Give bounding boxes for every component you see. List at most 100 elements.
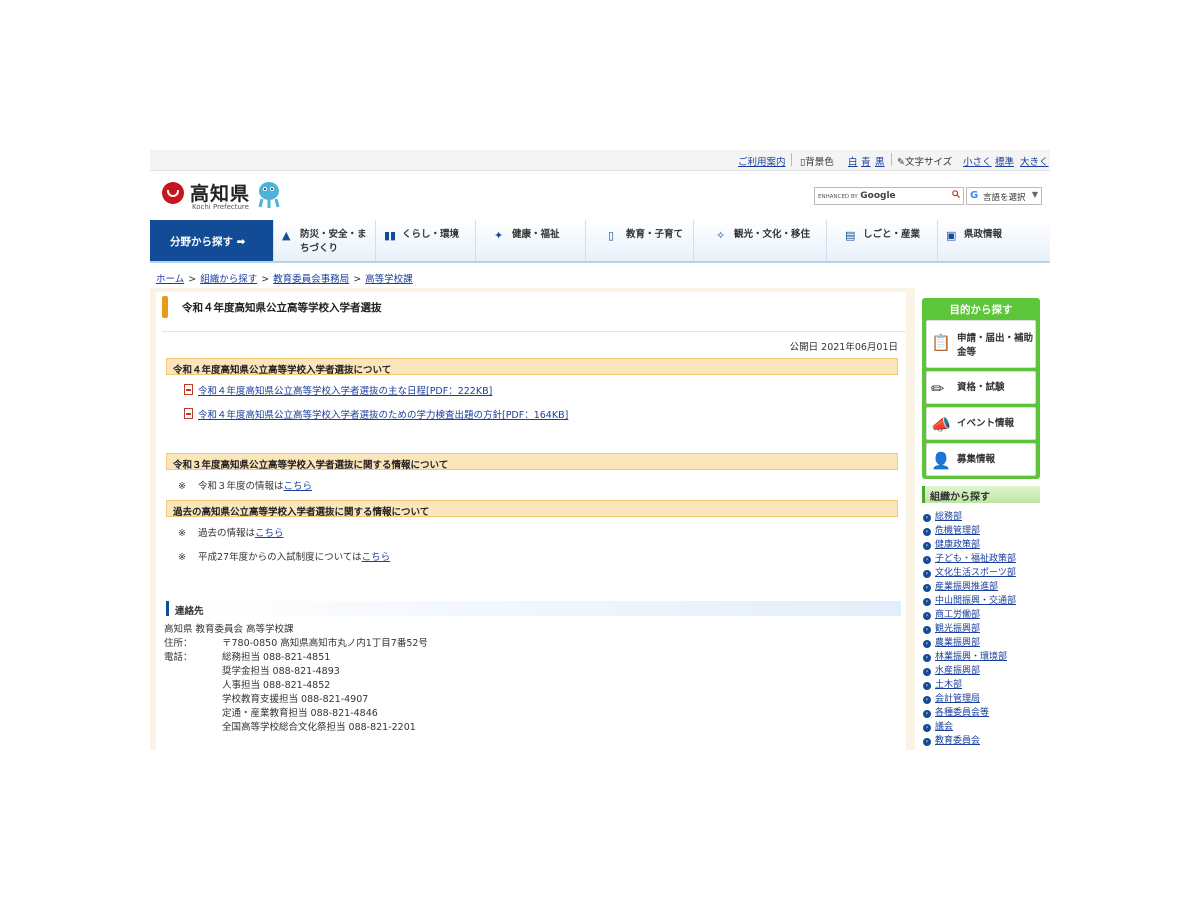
org-list-item[interactable]: › 文化生活スポーツ部 [923, 565, 1016, 578]
org-link[interactable]: 健康政策部 [935, 540, 980, 550]
org-link[interactable]: 水産振興部 [935, 666, 980, 676]
org-link[interactable]: 土木部 [935, 680, 962, 690]
org-link[interactable]: 農業振興部 [935, 638, 980, 648]
chevron-down-icon: ▼ [1031, 190, 1038, 199]
org-link[interactable]: 危機管理部 [935, 526, 980, 536]
bg-black-link[interactable]: 黒 [875, 154, 885, 168]
safety-icon: ▲ [282, 229, 291, 242]
org-list-item[interactable]: › 農業振興部 [923, 635, 980, 648]
font-large-link[interactable]: 大きく [1020, 154, 1049, 168]
note-link-past[interactable]: こちら [255, 528, 284, 539]
org-link[interactable]: 各種委員会等 [935, 708, 989, 718]
org-link[interactable]: 中山間振興・交通部 [935, 596, 1016, 606]
language-select[interactable]: G 言語を選択 ▼ [966, 187, 1042, 205]
pencil-icon: ✏ [931, 379, 945, 398]
org-list-item[interactable]: › 林業振興・環境部 [923, 649, 1007, 662]
note-item: ※ 令和３年度の情報はこちら [178, 478, 312, 492]
bg-blue-link[interactable]: 青 [861, 154, 871, 168]
contact-phone: 学校教育支援担当 088-821-4907 [222, 694, 369, 705]
breadcrumb-home[interactable]: ホーム [156, 274, 184, 285]
nav-item-label: 健康・福祉 [512, 229, 560, 240]
note-mark: ※ [178, 528, 186, 539]
language-select-label: 言語を選択 [983, 193, 1026, 203]
nav-item-work[interactable]: ▤ しごと・産業 [826, 220, 938, 261]
org-link[interactable]: 林業振興・環境部 [935, 652, 1007, 662]
org-list-item[interactable]: › 議会 [923, 719, 953, 732]
purpose-button-qualification[interactable]: ✏ 資格・試験 [926, 371, 1036, 404]
pdf-link-schedule[interactable]: 令和４年度高知県公立高等学校入学者選抜の主な日程[PDF：222KB] [198, 386, 492, 397]
nav-item-living[interactable]: ▮▮ くらし・環境 [375, 220, 476, 261]
logo-text[interactable]: 高知県 [190, 179, 250, 206]
megaphone-icon: 📣 [931, 415, 951, 434]
purpose-button-application[interactable]: 📋 申請・届出・補助金等 [926, 320, 1036, 368]
breadcrumb-current[interactable]: 高等学校課 [365, 274, 413, 285]
org-list-item[interactable]: › 商工労働部 [923, 607, 980, 620]
page: ご利用案内 ▯背景色 白 青 黒 ✎文字サイズ 小さく 標準 大きく 高知県 K… [150, 150, 1050, 750]
font-small-link[interactable]: 小さく [963, 154, 992, 168]
org-list-item[interactable]: › 観光振興部 [923, 621, 980, 634]
pdf-link-item[interactable]: 令和４年度高知県公立高等学校入学者選抜の主な日程[PDF：222KB] [184, 383, 492, 397]
org-link[interactable]: 産業振興推進部 [935, 582, 998, 592]
pdf-icon [184, 384, 193, 395]
bg-white-link[interactable]: 白 [848, 154, 858, 168]
bgcolor-text: 背景色 [805, 157, 834, 168]
breadcrumb-board[interactable]: 教育委員会事務局 [273, 274, 349, 285]
purpose-button-recruit[interactable]: 👤 募集情報 [926, 443, 1036, 476]
search-icon[interactable] [952, 190, 960, 198]
guide-link[interactable]: ご利用案内 [738, 154, 786, 168]
org-list-item[interactable]: › 土木部 [923, 677, 962, 690]
chevron-right-icon: › [923, 556, 931, 564]
nav-item-safety[interactable]: ▲ 防災・安全・まちづくり [273, 220, 376, 261]
contact-phone: 定通・産業教育担当 088-821-4846 [222, 708, 378, 719]
note-link-h27[interactable]: こちら [362, 552, 391, 563]
org-link[interactable]: 会計管理局 [935, 694, 980, 704]
org-link[interactable]: 教育委員会 [935, 736, 980, 746]
work-icon: ▤ [845, 229, 856, 242]
org-list-item[interactable]: › 教育委員会 [923, 733, 980, 746]
pdf-link-item[interactable]: 令和４年度高知県公立高等学校入学者選抜のための学力検査出題の方針[PDF：164… [184, 407, 568, 421]
org-list-item[interactable]: › 会計管理局 [923, 691, 980, 704]
nav-item-health[interactable]: ✦ 健康・福祉 [475, 220, 586, 261]
org-list-item[interactable]: › 危機管理部 [923, 523, 980, 536]
font-normal-link[interactable]: 標準 [995, 154, 1014, 168]
person-icon: 👤 [931, 451, 951, 470]
contact-phone: 奨学金担当 088-821-4893 [222, 666, 340, 677]
chevron-right-icon: › [923, 528, 931, 536]
purpose-label: 資格・試験 [957, 382, 1005, 393]
prefecture-logo-icon[interactable] [162, 182, 184, 204]
org-link[interactable]: 商工労働部 [935, 610, 980, 620]
org-link[interactable]: 文化生活スポーツ部 [935, 568, 1016, 578]
nav-item-education[interactable]: ▯ 教育・子育て [585, 220, 694, 261]
org-list-item[interactable]: › 健康政策部 [923, 537, 980, 550]
org-list-item[interactable]: › 子ども・福祉政策部 [923, 551, 1016, 564]
chevron-right-icon: › [923, 696, 931, 704]
search-input[interactable]: ENHANCED BY Google [814, 187, 964, 205]
org-list-item[interactable]: › 水産振興部 [923, 663, 980, 676]
org-link[interactable]: 議会 [935, 722, 953, 732]
main-content: 令和４年度高知県公立高等学校入学者選抜 公開日 2021年06月01日 令和４年… [156, 292, 906, 750]
contact-phone: 全国高等学校総合文化祭担当 088-821-2201 [222, 722, 416, 733]
note-link-r3[interactable]: こちら [284, 481, 313, 492]
org-list-item[interactable]: › 中山間振興・交通部 [923, 593, 1016, 606]
nav-item-by-field[interactable]: 分野から探す ➡ [150, 220, 273, 261]
breadcrumb-sep: > [188, 274, 197, 285]
chevron-right-icon: › [923, 612, 931, 620]
org-list-item[interactable]: › 各種委員会等 [923, 705, 989, 718]
section-heading: 令和４年度高知県公立高等学校入学者選抜について [166, 358, 898, 376]
title-accent [162, 296, 168, 318]
publish-date: 公開日 2021年06月01日 [789, 342, 898, 353]
nav-item-label: くらし・環境 [402, 229, 460, 240]
org-link[interactable]: 子ども・福祉政策部 [935, 554, 1016, 564]
nav-item-tourism[interactable]: ✧ 観光・文化・移住 [693, 220, 827, 261]
purpose-button-event[interactable]: 📣 イベント情報 [926, 407, 1036, 440]
org-list-item[interactable]: › 総務部 [923, 509, 962, 522]
pdf-link-policy[interactable]: 令和４年度高知県公立高等学校入学者選抜のための学力検査出題の方針[PDF：164… [198, 410, 568, 421]
chevron-right-icon: › [923, 514, 931, 522]
org-list-item[interactable]: › 産業振興推進部 [923, 579, 998, 592]
chevron-right-icon: › [923, 738, 931, 746]
breadcrumb-org[interactable]: 組織から探す [200, 274, 257, 285]
org-link[interactable]: 観光振興部 [935, 624, 980, 634]
org-link[interactable]: 総務部 [935, 512, 962, 522]
purpose-label: イベント情報 [957, 418, 1015, 429]
nav-item-government[interactable]: ▣ 県政情報 [937, 220, 1050, 261]
